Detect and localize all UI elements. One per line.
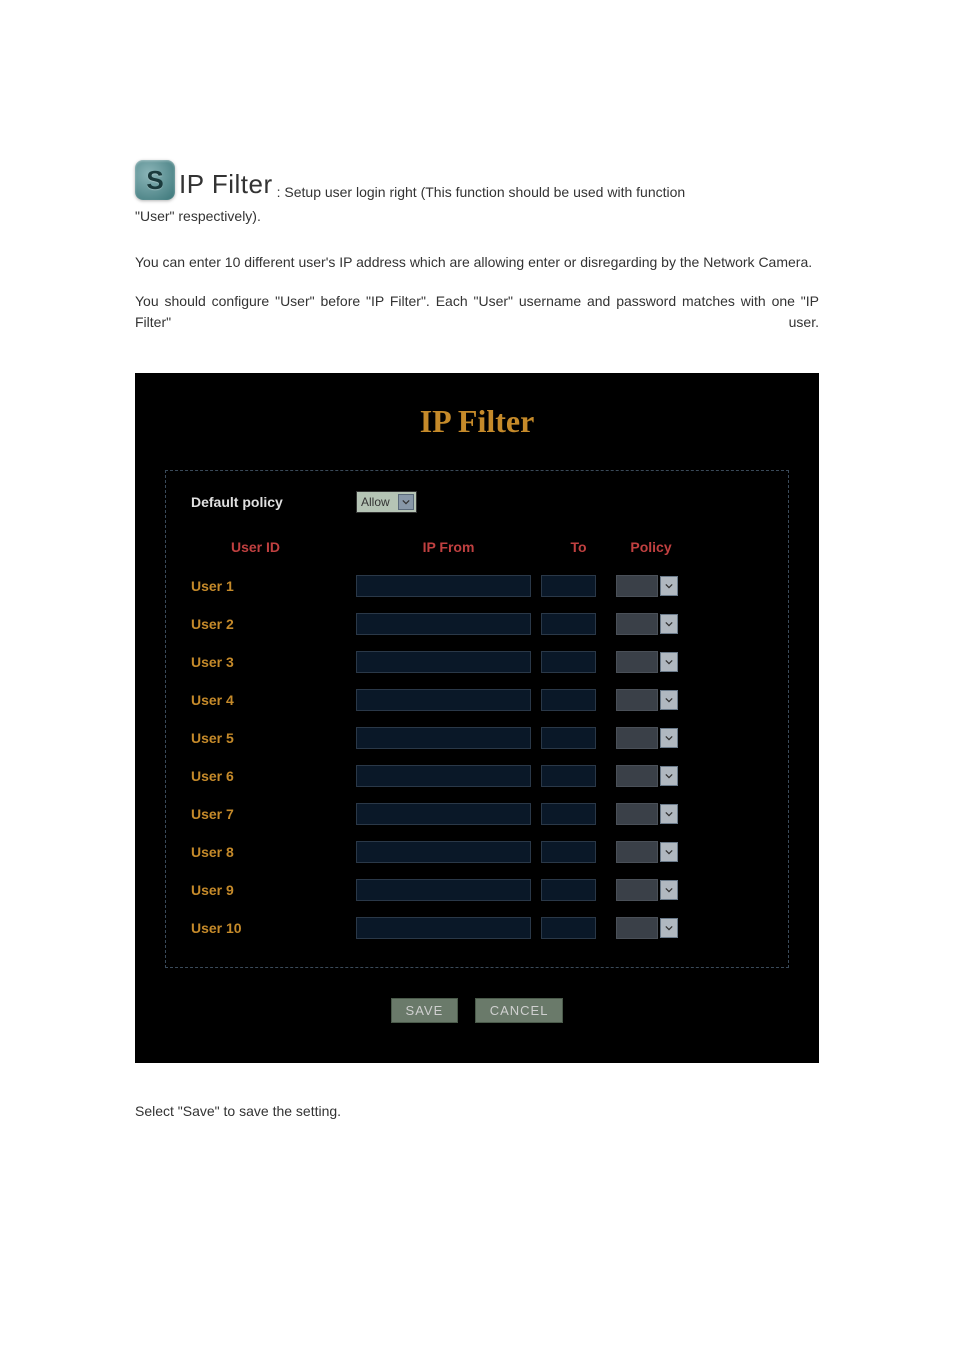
- chevron-down-icon: [660, 576, 678, 596]
- policy-select[interactable]: [616, 689, 678, 711]
- policy-select-box: [616, 879, 658, 901]
- save-button[interactable]: SAVE: [391, 998, 459, 1023]
- ip-from-input[interactable]: [356, 651, 531, 673]
- policy-select-box: [616, 689, 658, 711]
- ip-from-input[interactable]: [356, 689, 531, 711]
- user-label: User 8: [191, 844, 356, 860]
- chevron-down-icon: [660, 842, 678, 862]
- policy-select[interactable]: [616, 803, 678, 825]
- ip-to-input[interactable]: [541, 841, 596, 863]
- chevron-down-icon: [398, 494, 414, 510]
- table-row: User 6: [191, 757, 763, 795]
- default-policy-label: Default policy: [191, 494, 356, 510]
- chevron-down-icon: [660, 918, 678, 938]
- cancel-button[interactable]: CANCEL: [475, 998, 564, 1023]
- header-ip-from: IP From: [356, 539, 541, 555]
- title-line: S IP Filter : Setup user login right (Th…: [135, 160, 819, 200]
- s-badge-icon: S: [135, 160, 175, 200]
- user-label: User 1: [191, 578, 356, 594]
- panel-title: IP Filter: [165, 403, 789, 440]
- policy-select[interactable]: [616, 841, 678, 863]
- chevron-down-icon: [660, 880, 678, 900]
- policy-select-box: [616, 575, 658, 597]
- ip-to-input[interactable]: [541, 879, 596, 901]
- policy-select-box: [616, 613, 658, 635]
- ip-to-input[interactable]: [541, 575, 596, 597]
- ip-to-input[interactable]: [541, 765, 596, 787]
- table-row: User 8: [191, 833, 763, 871]
- table-row: User 4: [191, 681, 763, 719]
- ip-from-input[interactable]: [356, 727, 531, 749]
- icon-letter: S: [146, 165, 163, 196]
- policy-select[interactable]: [616, 575, 678, 597]
- ip-to-input[interactable]: [541, 613, 596, 635]
- ip-to-input[interactable]: [541, 689, 596, 711]
- panel-inner: Default policy Allow User ID IP From To …: [165, 470, 789, 968]
- policy-select-box: [616, 803, 658, 825]
- policy-select[interactable]: [616, 727, 678, 749]
- user-label: User 9: [191, 882, 356, 898]
- paragraph-2: You should configure "User" before "IP F…: [135, 291, 819, 333]
- subtitle: "User" respectively).: [135, 208, 819, 224]
- intro-section: S IP Filter : Setup user login right (Th…: [135, 160, 819, 333]
- header-policy: Policy: [616, 539, 686, 555]
- header-to: To: [541, 539, 616, 555]
- ip-to-input[interactable]: [541, 651, 596, 673]
- user-label: User 5: [191, 730, 356, 746]
- ip-filter-panel: IP Filter Default policy Allow User ID I…: [135, 373, 819, 1063]
- ip-from-input[interactable]: [356, 879, 531, 901]
- table-row: User 10: [191, 909, 763, 947]
- table-row: User 7: [191, 795, 763, 833]
- ip-from-input[interactable]: [356, 613, 531, 635]
- ip-to-input[interactable]: [541, 803, 596, 825]
- chevron-down-icon: [660, 614, 678, 634]
- table-row: User 5: [191, 719, 763, 757]
- user-label: User 2: [191, 616, 356, 632]
- chevron-down-icon: [660, 728, 678, 748]
- policy-select-box: [616, 727, 658, 749]
- default-policy-value: Allow: [359, 495, 394, 509]
- ip-from-input[interactable]: [356, 917, 531, 939]
- policy-select[interactable]: [616, 917, 678, 939]
- user-label: User 3: [191, 654, 356, 670]
- user-label: User 4: [191, 692, 356, 708]
- table-row: User 9: [191, 871, 763, 909]
- policy-select-box: [616, 651, 658, 673]
- table-row: User 1: [191, 567, 763, 605]
- chevron-down-icon: [660, 690, 678, 710]
- ip-from-input[interactable]: [356, 841, 531, 863]
- table-row: User 3: [191, 643, 763, 681]
- policy-select[interactable]: [616, 651, 678, 673]
- user-label: User 6: [191, 768, 356, 784]
- ip-from-input[interactable]: [356, 803, 531, 825]
- button-row: SAVE CANCEL: [165, 998, 789, 1023]
- chevron-down-icon: [660, 766, 678, 786]
- table-row: User 2: [191, 605, 763, 643]
- chevron-down-icon: [660, 652, 678, 672]
- paragraph-1: You can enter 10 different user's IP add…: [135, 252, 819, 273]
- policy-select[interactable]: [616, 879, 678, 901]
- chevron-down-icon: [660, 804, 678, 824]
- title-desc: : Setup user login right (This function …: [277, 184, 686, 200]
- policy-select[interactable]: [616, 765, 678, 787]
- closing-text: Select "Save" to save the setting.: [135, 1103, 819, 1119]
- ip-from-input[interactable]: [356, 575, 531, 597]
- user-label: User 10: [191, 920, 356, 936]
- ip-to-input[interactable]: [541, 727, 596, 749]
- table-header-row: User ID IP From To Policy: [191, 533, 763, 567]
- ip-to-input[interactable]: [541, 917, 596, 939]
- policy-select-box: [616, 917, 658, 939]
- policy-select[interactable]: [616, 613, 678, 635]
- policy-select-box: [616, 841, 658, 863]
- default-policy-select[interactable]: Allow: [356, 491, 417, 513]
- header-user-id: User ID: [191, 539, 356, 555]
- section-title: IP Filter: [179, 169, 273, 200]
- ip-from-input[interactable]: [356, 765, 531, 787]
- user-label: User 7: [191, 806, 356, 822]
- default-policy-row: Default policy Allow: [191, 491, 763, 513]
- policy-select-box: [616, 765, 658, 787]
